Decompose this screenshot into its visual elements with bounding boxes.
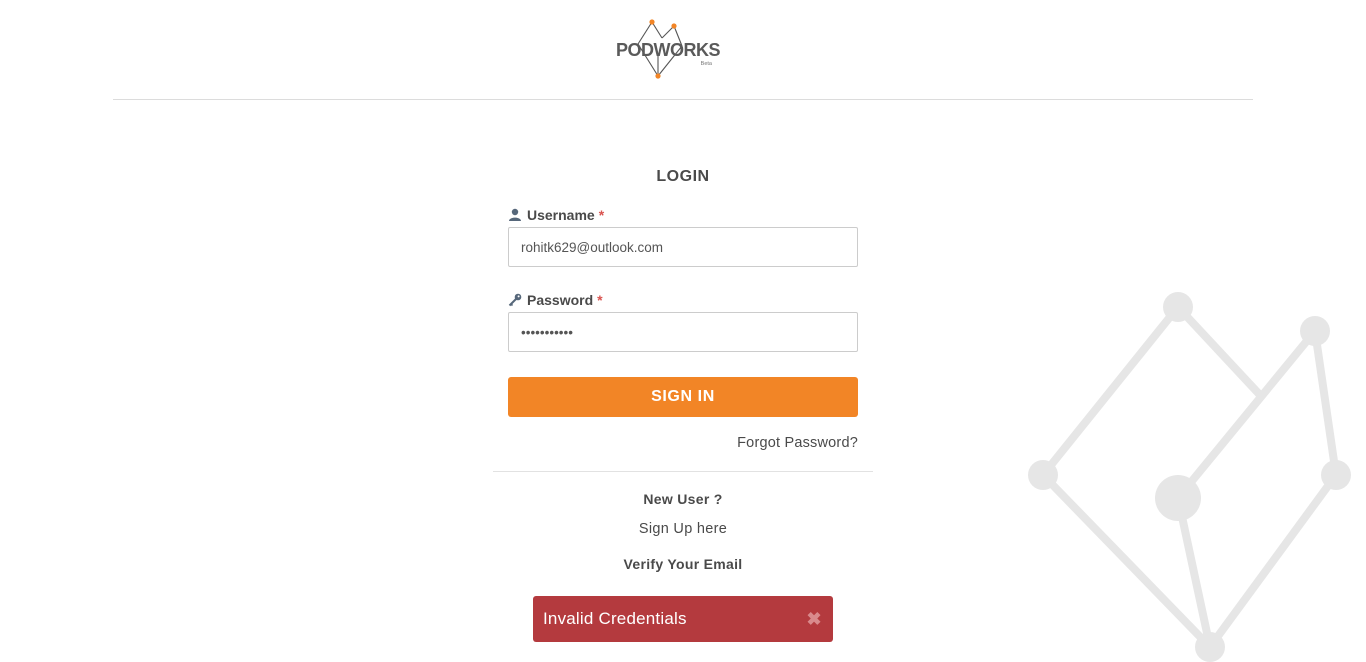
key-icon xyxy=(508,293,522,307)
svg-text:Beta: Beta xyxy=(701,61,713,67)
podworks-logo: PODWORKS Beta xyxy=(616,19,721,79)
password-label: Password * xyxy=(508,291,603,309)
new-user-heading: New User ? xyxy=(643,491,723,507)
forgot-password-link[interactable]: Forgot Password? xyxy=(737,435,858,451)
password-label-text: Password xyxy=(527,292,594,308)
user-icon xyxy=(509,208,521,221)
error-alert: Invalid Credentials ✖ xyxy=(533,596,833,642)
required-mark: * xyxy=(598,207,605,223)
username-input[interactable] xyxy=(508,227,858,267)
verify-email-link[interactable]: Verify Your Email xyxy=(508,556,858,572)
svg-text:PODWORKS: PODWORKS xyxy=(616,40,720,60)
username-label: Username * xyxy=(508,206,604,224)
alert-message: Invalid Credentials xyxy=(543,609,687,628)
close-icon[interactable]: ✖ xyxy=(805,609,823,629)
password-input[interactable] xyxy=(508,312,858,352)
page-header: PODWORKS Beta xyxy=(0,0,1366,100)
required-mark: * xyxy=(597,292,603,308)
username-label-text: Username xyxy=(527,207,595,223)
login-title: LOGIN xyxy=(656,168,710,185)
sign-in-button[interactable]: SIGN IN xyxy=(508,377,858,417)
header-divider xyxy=(113,99,1253,100)
section-divider xyxy=(493,471,873,472)
background-network-graphic xyxy=(1028,292,1351,662)
sign-up-link[interactable]: Sign Up here xyxy=(508,521,858,537)
